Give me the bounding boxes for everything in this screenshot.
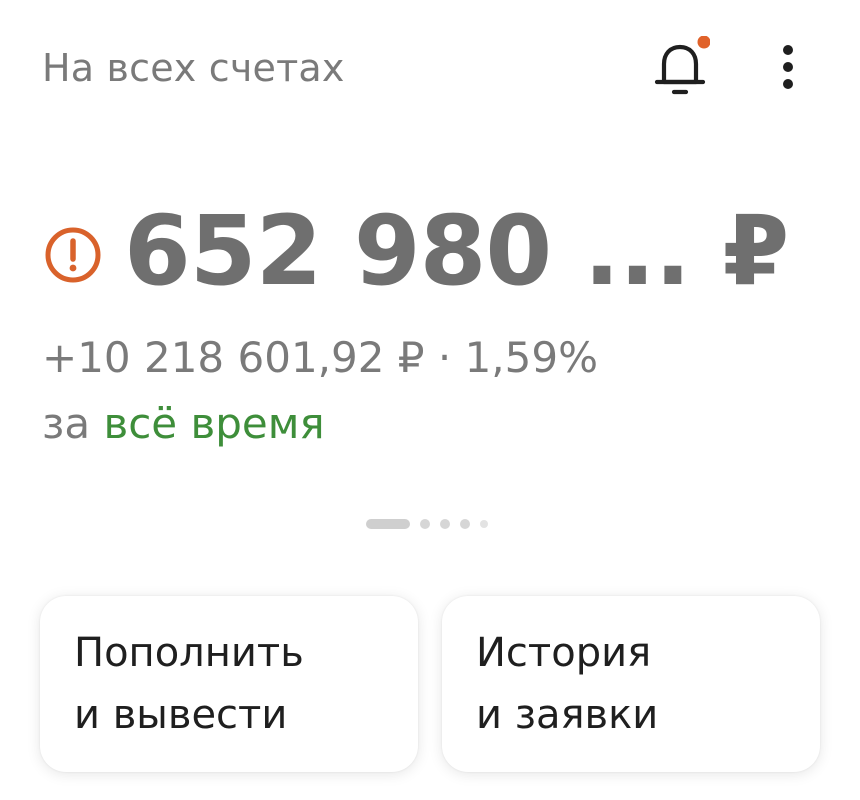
- notifications-button[interactable]: [650, 35, 711, 98]
- page-indicator: [366, 518, 488, 530]
- total-balance[interactable]: 652 980 ... ₽: [44, 195, 789, 307]
- page-dot-active: [366, 519, 410, 529]
- bell-icon: [654, 35, 711, 95]
- page-dot: [440, 519, 450, 529]
- page-title: На всех счетах: [42, 46, 345, 90]
- deposit-withdraw-label-line1: Пополнить: [74, 630, 304, 676]
- history-orders-label-line2: и заявки: [476, 692, 659, 738]
- balance-amount: 652 980 ... ₽: [124, 195, 789, 307]
- period-link[interactable]: всё время: [103, 399, 324, 448]
- period-prefix: за: [42, 399, 91, 448]
- history-orders-button[interactable]: История и заявки: [442, 596, 820, 772]
- more-vertical-icon: [783, 45, 793, 89]
- portfolio-screen: На всех счетах 652 980 ... ₽ +10 218 601…: [0, 0, 860, 800]
- profit-summary: +10 218 601,92 ₽ · 1,59%: [42, 333, 599, 382]
- page-dot: [420, 519, 430, 529]
- notification-dot: [697, 35, 711, 49]
- page-dot: [480, 520, 488, 528]
- page-dot: [460, 519, 470, 529]
- warning-circle-icon[interactable]: [44, 226, 102, 284]
- history-orders-label-line1: История: [476, 630, 652, 676]
- more-options-button[interactable]: [766, 40, 810, 96]
- deposit-withdraw-button[interactable]: Пополнить и вывести: [40, 596, 418, 772]
- period-selector: за всё время: [42, 396, 325, 452]
- deposit-withdraw-label-line2: и вывести: [74, 692, 288, 738]
